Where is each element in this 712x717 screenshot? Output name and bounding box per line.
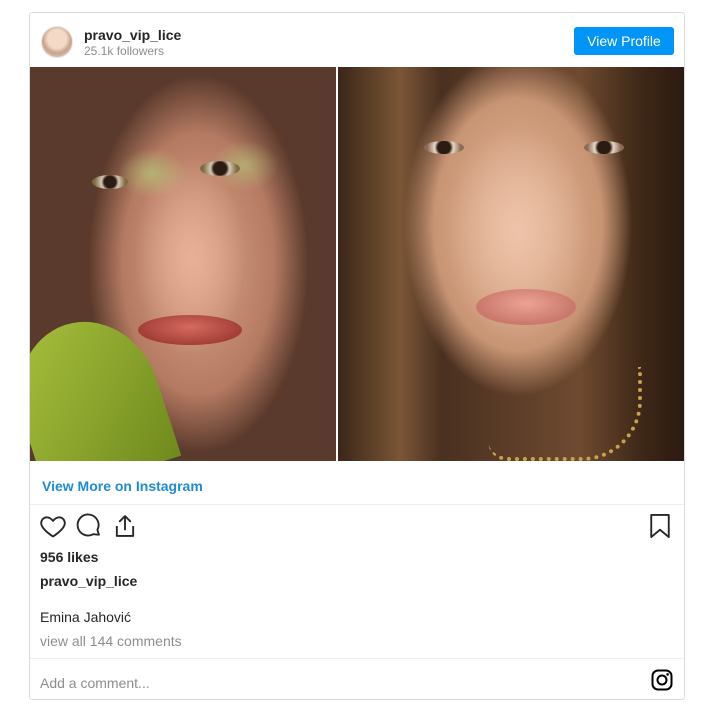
instagram-embed-card: pravo_vip_lice 25.1k followers View Prof… bbox=[29, 12, 685, 700]
share-icon[interactable] bbox=[111, 512, 139, 540]
like-count[interactable]: 956 likes bbox=[40, 549, 98, 565]
action-bar bbox=[30, 512, 684, 542]
caption-username[interactable]: pravo_vip_lice bbox=[40, 573, 137, 589]
avatar[interactable] bbox=[41, 26, 73, 58]
view-all-comments-link[interactable]: view all 144 comments bbox=[40, 633, 182, 649]
photo-right bbox=[338, 67, 684, 461]
comment-input[interactable] bbox=[40, 673, 600, 693]
heart-icon[interactable] bbox=[39, 512, 67, 540]
divider bbox=[30, 658, 684, 659]
instagram-icon[interactable] bbox=[650, 668, 674, 692]
caption-text: Emina Jahović bbox=[40, 609, 132, 625]
photo-left bbox=[30, 67, 337, 461]
post-header: pravo_vip_lice 25.1k followers View Prof… bbox=[30, 13, 684, 67]
username[interactable]: pravo_vip_lice bbox=[84, 27, 181, 43]
follower-count: 25.1k followers bbox=[84, 44, 165, 58]
view-profile-button[interactable]: View Profile bbox=[574, 27, 674, 55]
view-more-link[interactable]: View More on Instagram bbox=[42, 478, 203, 494]
post-image[interactable] bbox=[30, 67, 684, 461]
comment-icon[interactable] bbox=[75, 512, 103, 540]
divider bbox=[30, 504, 684, 505]
bookmark-icon[interactable] bbox=[646, 512, 674, 540]
